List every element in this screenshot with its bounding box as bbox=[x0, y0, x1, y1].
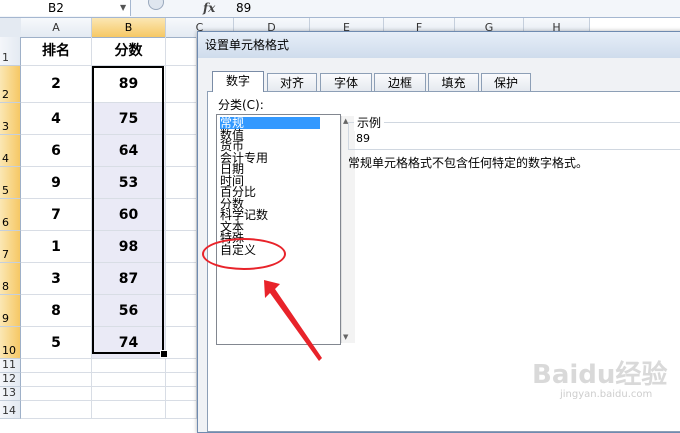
cell-c5[interactable] bbox=[166, 167, 197, 199]
category-label: 分类(C): bbox=[218, 98, 264, 112]
tab-fill[interactable]: 填充 bbox=[428, 73, 479, 91]
cell-b11[interactable] bbox=[92, 359, 166, 373]
row-number: 3 bbox=[2, 120, 9, 133]
formula-bar-handle[interactable] bbox=[148, 0, 164, 10]
selection-range-border bbox=[92, 66, 164, 354]
row-number: 10 bbox=[2, 344, 16, 357]
cell-c2[interactable] bbox=[166, 66, 197, 103]
cell-a2[interactable]: 2 bbox=[21, 66, 92, 103]
row-header-14[interactable]: 14 bbox=[0, 401, 21, 419]
cell-a7[interactable]: 1 bbox=[21, 231, 92, 263]
cell-a11[interactable] bbox=[21, 359, 92, 373]
row-number: 11 bbox=[2, 358, 16, 371]
sample-groupbox bbox=[348, 122, 680, 150]
cell-a1[interactable]: 排名 bbox=[21, 37, 92, 66]
row-number: 5 bbox=[2, 184, 9, 197]
sample-value: 89 bbox=[356, 132, 370, 145]
formula-bar: B2 ▼ fx 89 bbox=[0, 0, 680, 18]
cell-a13[interactable] bbox=[21, 387, 92, 401]
row-header-1[interactable]: 1 bbox=[0, 37, 21, 66]
annotation-ellipse bbox=[202, 238, 286, 270]
cell-a4[interactable]: 6 bbox=[21, 135, 92, 167]
row-number: 2 bbox=[2, 88, 9, 101]
cell-a9[interactable]: 8 bbox=[21, 295, 92, 327]
cell-b1[interactable]: 分数 bbox=[92, 37, 166, 66]
chevron-down-icon[interactable]: ▼ bbox=[120, 3, 126, 12]
cell-c8[interactable] bbox=[166, 263, 197, 295]
row-number: 12 bbox=[2, 372, 16, 385]
row-header-13[interactable]: 13 bbox=[0, 386, 21, 401]
cell-c13[interactable] bbox=[166, 387, 197, 401]
baidu-watermark: Baidu经验 bbox=[532, 360, 668, 390]
row-number: 1 bbox=[2, 51, 9, 64]
row-number: 7 bbox=[2, 248, 9, 261]
row-number: 9 bbox=[2, 312, 9, 325]
dialog-title: 设置单元格格式 bbox=[205, 38, 290, 52]
tab-protection[interactable]: 保护 bbox=[481, 73, 531, 91]
cell-a10[interactable]: 5 bbox=[21, 327, 92, 359]
tab-alignment[interactable]: 对齐 bbox=[267, 73, 317, 91]
row-header-2[interactable]: 2 bbox=[0, 66, 21, 103]
formula-input[interactable]: 89 bbox=[236, 0, 251, 16]
sample-label: 示例 bbox=[354, 114, 385, 131]
cell-a5[interactable]: 9 bbox=[21, 167, 92, 199]
row-number: 6 bbox=[2, 216, 9, 229]
cell-c11[interactable] bbox=[166, 359, 197, 373]
row-header-5[interactable]: 5 bbox=[0, 167, 21, 199]
cell-a8[interactable]: 3 bbox=[21, 263, 92, 295]
format-description: 常规单元格格式不包含任何特定的数字格式。 bbox=[348, 156, 589, 170]
cell-a14[interactable] bbox=[21, 401, 92, 419]
cell-b14[interactable] bbox=[92, 401, 166, 419]
row-number: 13 bbox=[2, 386, 16, 399]
fill-handle[interactable] bbox=[160, 350, 168, 358]
row-number: 8 bbox=[2, 280, 9, 293]
tab-font[interactable]: 字体 bbox=[320, 73, 372, 91]
cell-a12[interactable] bbox=[21, 373, 92, 387]
cell-a6[interactable]: 7 bbox=[21, 199, 92, 231]
cell-c4[interactable] bbox=[166, 135, 197, 167]
column-header-b[interactable]: B bbox=[92, 18, 166, 38]
row-header-10[interactable]: 10 bbox=[0, 327, 21, 359]
scroll-down-icon[interactable]: ▼ bbox=[343, 333, 348, 341]
category-scrollbar[interactable] bbox=[341, 116, 355, 343]
cell-b12[interactable] bbox=[92, 373, 166, 387]
row-header-8[interactable]: 8 bbox=[0, 263, 21, 295]
cell-c9[interactable] bbox=[166, 295, 197, 327]
row-number: 14 bbox=[2, 404, 16, 417]
cell-c7[interactable] bbox=[166, 231, 197, 263]
name-box-value: B2 bbox=[48, 1, 64, 15]
row-header-7[interactable]: 7 bbox=[0, 231, 21, 263]
column-header-a[interactable]: A bbox=[21, 18, 92, 38]
annotation-arrow-icon bbox=[264, 280, 322, 361]
cell-a3[interactable]: 4 bbox=[21, 103, 92, 135]
insert-function-icon[interactable]: fx bbox=[203, 0, 215, 16]
cell-c6[interactable] bbox=[166, 199, 197, 231]
cell-c1[interactable] bbox=[166, 37, 197, 66]
baidu-watermark-url: jingyan.baidu.com bbox=[560, 389, 653, 400]
row-header-3[interactable]: 3 bbox=[0, 103, 21, 135]
tab-border[interactable]: 边框 bbox=[374, 73, 426, 91]
cell-c10[interactable] bbox=[166, 327, 197, 359]
cell-c12[interactable] bbox=[166, 373, 197, 387]
dialog-titlebar[interactable]: 设置单元格格式 bbox=[198, 32, 680, 58]
row-header-9[interactable]: 9 bbox=[0, 295, 21, 327]
row-header-6[interactable]: 6 bbox=[0, 199, 21, 231]
row-header-12[interactable]: 12 bbox=[0, 372, 21, 387]
row-header-11[interactable]: 11 bbox=[0, 358, 21, 373]
cell-c3[interactable] bbox=[166, 103, 197, 135]
cell-b13[interactable] bbox=[92, 387, 166, 401]
select-all-corner[interactable] bbox=[0, 18, 22, 38]
name-box[interactable]: B2 ▼ bbox=[0, 0, 131, 16]
row-header-4[interactable]: 4 bbox=[0, 135, 21, 167]
row-number: 4 bbox=[2, 152, 9, 165]
tab-number[interactable]: 数字 bbox=[212, 71, 264, 92]
cell-c14[interactable] bbox=[166, 401, 197, 419]
